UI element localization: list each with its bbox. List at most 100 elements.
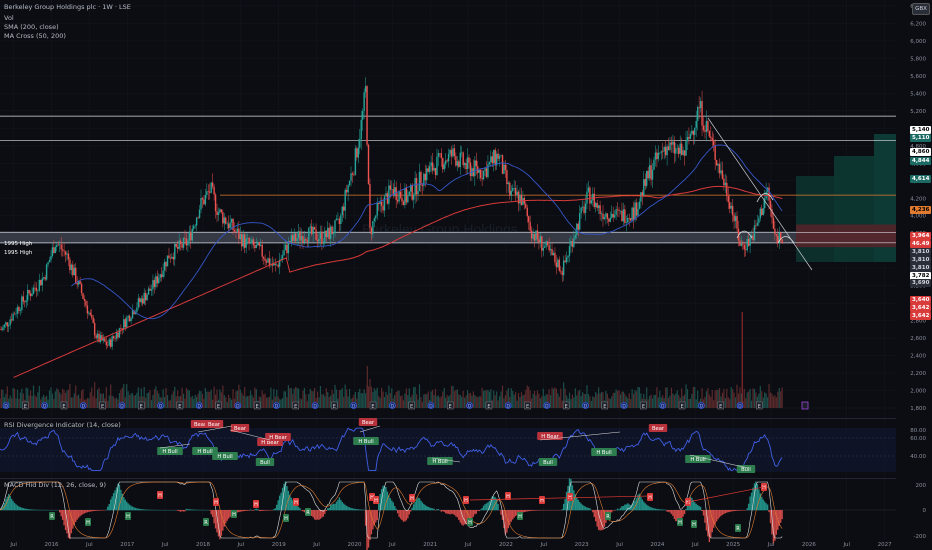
time-tick-label: 2027 [878, 542, 892, 548]
svg-text:D: D [584, 404, 588, 410]
macd-bull-marker: R [605, 512, 611, 520]
svg-text:H Bull: H Bull [217, 454, 232, 460]
macd-hidden-bear-marker: H [567, 493, 573, 501]
svg-text:H: H [294, 500, 298, 506]
time-tick-label: 2017 [120, 542, 134, 548]
time-tick-label: Jul [767, 542, 775, 548]
svg-text:E: E [410, 404, 413, 410]
svg-text:Bull: Bull [741, 467, 751, 473]
macd-bull-marker: H [467, 518, 473, 526]
time-tick-label: 2019 [272, 542, 286, 548]
indicator-sma200[interactable]: SMA (200, close) [4, 23, 59, 31]
svg-text:D: D [661, 404, 665, 410]
macd-bull-marker: H [125, 512, 131, 520]
indicator-ma-cross[interactable]: MA Cross (50, 200) [4, 32, 66, 40]
currency-button[interactable]: GBX [912, 3, 930, 15]
svg-text:H: H [284, 516, 288, 522]
time-tick-label: 2024 [650, 542, 664, 548]
time-tick-label: Jul [237, 542, 245, 548]
price-badge: 4,860 [910, 148, 932, 156]
level-label-1995-high-upper: 1995 High [4, 241, 33, 247]
symbol-title[interactable]: Berkeley Group Holdings plc · 1W · LSE [4, 3, 131, 11]
price-tick-label: 6,200 [910, 21, 926, 27]
svg-text:D: D [197, 404, 201, 410]
svg-text:E: E [719, 404, 722, 410]
price-badge: 3,810 [910, 248, 932, 256]
macd-tick-label: -200 [914, 534, 927, 540]
price-chart-canvas[interactable]: Berkeley Group Holdings DEDEDEDEDEDEDEDE… [0, 0, 932, 550]
svg-text:R: R [204, 520, 208, 526]
svg-text:E: E [333, 404, 336, 410]
time-tick-label: Jul [312, 542, 320, 548]
macd-bull-marker: H [517, 512, 523, 520]
rsi-tick-label: 40.00 [910, 454, 926, 460]
price-tick-label: 2,400 [910, 354, 926, 360]
svg-text:E: E [449, 404, 452, 410]
macd-hidden-bear-marker: H [293, 498, 299, 506]
macd-bull-marker: H [283, 514, 289, 522]
svg-text:E: E [24, 404, 27, 410]
rsi-bull-label: H Bull [212, 452, 238, 460]
rsi-tick-label: 60.00 [910, 436, 926, 442]
price-badge: 3,964 [910, 232, 932, 240]
price-tick-label: 6,000 [910, 39, 926, 45]
macd-tick-label: 0 [923, 508, 927, 514]
price-tick-label: 5,800 [910, 56, 926, 62]
time-tick-label: 2018 [196, 542, 210, 548]
svg-text:D: D [313, 404, 317, 410]
svg-text:E: E [758, 404, 761, 410]
rsi-bull-label: H Bull [157, 447, 183, 455]
rsi-bull-label: Bull [538, 458, 558, 466]
time-tick-label: Jul [615, 542, 623, 548]
rsi-bear-label: Bear [204, 420, 224, 428]
svg-text:E: E [256, 404, 259, 410]
svg-text:H: H [410, 496, 414, 502]
macd-hidden-bear-marker: H [253, 500, 259, 508]
price-tick-label: 4,000 [910, 214, 926, 220]
svg-text:D: D [82, 404, 86, 410]
macd-hidden-bear-marker: H [157, 491, 163, 499]
price-badge: 4,236 [910, 206, 932, 214]
time-tick-label: Jul [691, 542, 699, 548]
price-tick-label: 5,400 [910, 91, 926, 97]
price-badge: 3,642 [910, 304, 932, 312]
svg-text:D: D [506, 404, 510, 410]
price-badge: 4,844 [910, 157, 932, 165]
price-badge: 3,642 [910, 312, 932, 320]
svg-text:H Bull: H Bull [197, 449, 212, 455]
rsi-bull-label: H Bull [591, 448, 617, 456]
price-badge: 3,690 [910, 279, 932, 287]
price-tick-label: 5,600 [910, 74, 926, 80]
time-tick-label: 2020 [347, 542, 361, 548]
svg-text:R: R [50, 514, 54, 520]
macd-panel-title[interactable]: MACD Hid Div (12, 26, close, 9) [4, 481, 106, 489]
svg-text:H Bull: H Bull [358, 439, 373, 445]
rsi-panel-title[interactable]: RSI Divergence Indicator (14, close) [4, 421, 121, 429]
svg-text:Bull: Bull [543, 460, 553, 466]
macd-hidden-bear-marker: H [539, 496, 545, 504]
time-tick-label: Jul [388, 542, 396, 548]
svg-text:Bear: Bear [208, 422, 221, 428]
price-badge: 46.49 [910, 240, 932, 248]
svg-text:D: D [545, 404, 549, 410]
svg-text:H: H [374, 498, 378, 504]
svg-text:H: H [254, 502, 258, 508]
svg-text:Bear: Bear [652, 426, 665, 432]
macd-bull-marker: R [49, 512, 55, 520]
svg-text:D: D [120, 404, 124, 410]
svg-text:Bear: Bear [234, 426, 247, 432]
svg-text:R: R [306, 510, 310, 516]
time-tick-label: Jul [85, 542, 93, 548]
macd-hidden-bear-marker: H [373, 496, 379, 504]
time-tick-label: Jul [161, 542, 169, 548]
indicator-vol[interactable]: Vol [4, 14, 14, 22]
macd-bull-marker: R [735, 524, 741, 532]
svg-text:H Bull: H Bull [162, 449, 177, 455]
svg-text:E: E [217, 404, 220, 410]
time-tick-label: Jul [539, 542, 547, 548]
macd-hidden-bear-marker: H [409, 494, 415, 502]
svg-text:H: H [464, 498, 468, 504]
svg-text:E: E [526, 404, 529, 410]
svg-text:E: E [371, 404, 374, 410]
rsi-tick-label: 80.00 [910, 428, 926, 434]
